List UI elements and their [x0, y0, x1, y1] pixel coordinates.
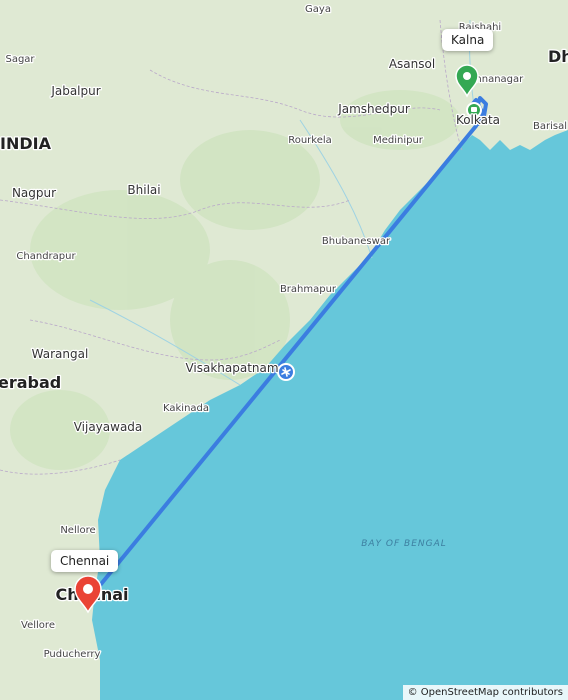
place-jamshedpur: Jamshedpur [337, 102, 410, 116]
place-asansol: Asansol [389, 57, 435, 71]
place-bhilai: Bhilai [127, 183, 160, 197]
place-nagpur: Nagpur [12, 186, 56, 200]
place-warangal: Warangal [32, 347, 89, 361]
place-nellore: Nellore [60, 525, 95, 536]
place-sagar: Sagar [5, 54, 35, 65]
place-hyderabad: erabad [0, 373, 61, 392]
place-medinipur: Medinipur [373, 135, 424, 146]
map-attribution[interactable]: © OpenStreetMap contributors [402, 685, 568, 700]
place-kolkata: Kolkata [456, 113, 500, 127]
place-brahmapur: Brahmapur [280, 284, 337, 295]
place-vijayawada: Vijayawada [74, 420, 143, 434]
map-canvas[interactable]: Gaya Sagar Asansol Rajshahi Krishnanagar… [0, 0, 568, 700]
place-jabalpur: Jabalpur [50, 84, 100, 98]
place-chandrapur: Chandrapur [16, 251, 76, 262]
sea-label: BAY OF BENGAL [361, 539, 447, 549]
place-rourkela: Rourkela [288, 135, 332, 146]
place-dhaka: Dh [548, 47, 568, 66]
place-gaya: Gaya [305, 4, 331, 15]
place-barisal: Barisal [533, 121, 567, 132]
place-puducherry: Puducherry [44, 649, 101, 660]
place-bhubaneswar: Bhubaneswar [322, 236, 391, 247]
origin-callout[interactable]: Kalna [442, 29, 494, 51]
airport-icon[interactable] [277, 363, 295, 381]
place-visakhapatnam: Visakhapatnam [185, 361, 278, 375]
place-kakinada: Kakinada [163, 403, 209, 414]
place-vellore: Vellore [21, 620, 55, 631]
country-label: INDIA [0, 134, 52, 153]
destination-callout[interactable]: Chennai [51, 550, 119, 572]
